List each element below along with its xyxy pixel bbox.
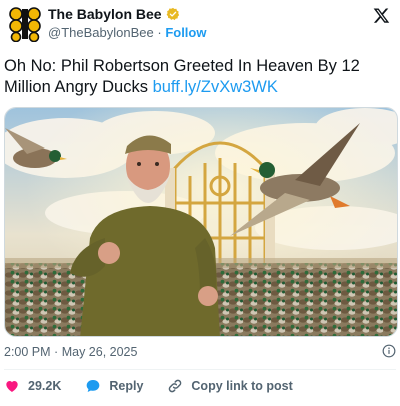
tweet-time: 2:00 PM [4, 345, 51, 359]
author-handle[interactable]: @TheBabylonBee [48, 25, 154, 40]
info-icon[interactable] [382, 344, 396, 358]
handle-row: @TheBabylonBee · Follow [48, 25, 206, 40]
babylon-bee-logo-icon[interactable] [6, 6, 44, 42]
tweet-link[interactable]: buff.ly/ZvXw3WK [153, 78, 278, 96]
copy-link-button[interactable]: Copy link to post [167, 378, 293, 394]
tweet-text: Oh No: Phil Robertson Greeted In Heaven … [4, 56, 394, 98]
copy-link-label: Copy link to post [191, 379, 293, 393]
author-name-row: The Babylon Bee [48, 6, 180, 22]
tweet-image[interactable] [4, 107, 398, 337]
tweet-date: May 26, 2025 [61, 345, 138, 359]
heaven-ducks-illustration [5, 108, 397, 336]
divider [4, 369, 396, 370]
follow-button[interactable]: Follow [165, 25, 206, 40]
author-name[interactable]: The Babylon Bee [48, 6, 162, 22]
tweet-header: The Babylon Bee @TheBabylonBee · Follow [0, 0, 400, 50]
like-button[interactable]: 29.2K [4, 378, 61, 394]
x-logo-icon[interactable] [373, 7, 390, 24]
reply-button[interactable]: Reply [85, 378, 143, 394]
reply-label: Reply [109, 379, 144, 393]
verified-badge-icon [166, 7, 179, 21]
handle-separator: · [157, 25, 162, 40]
reply-bubble-icon [87, 380, 100, 392]
tweet-actions: 29.2K Reply Copy link to post [4, 378, 317, 394]
link-icon [169, 379, 182, 393]
tweet-timestamp[interactable]: 2:00 PM · May 26, 2025 [4, 345, 137, 359]
like-count: 29.2K [28, 379, 62, 393]
timestamp-separator: · [54, 345, 59, 359]
heart-icon [6, 381, 18, 392]
